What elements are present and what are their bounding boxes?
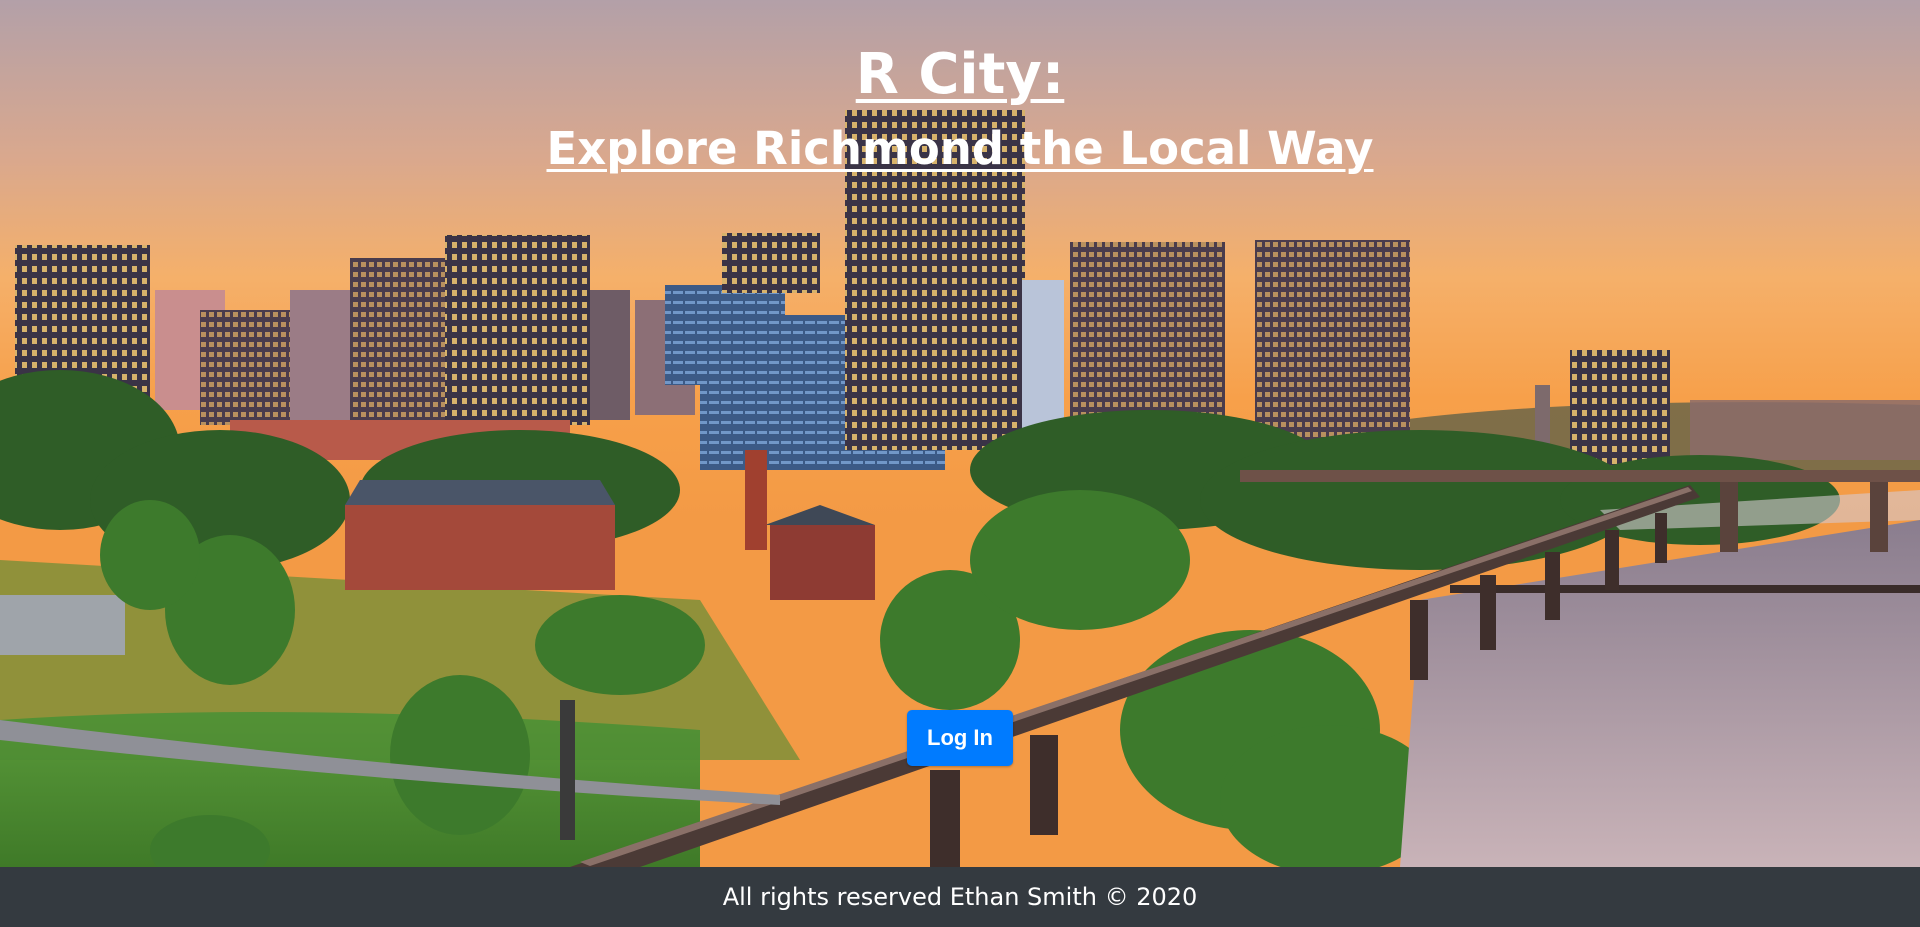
landing-page: R City: Explore Richmond the Local Way L… <box>0 0 1920 927</box>
site-tagline: Explore Richmond the Local Way <box>546 122 1374 175</box>
login-button[interactable]: Log In <box>907 710 1013 766</box>
footer: All rights reserved Ethan Smith © 2020 <box>0 867 1920 927</box>
site-title: R City: <box>855 42 1065 107</box>
copyright-text: All rights reserved Ethan Smith © 2020 <box>722 883 1198 911</box>
hero-heading-group: R City: Explore Richmond the Local Way <box>0 40 1920 184</box>
hero-background-image: R City: Explore Richmond the Local Way L… <box>0 0 1920 867</box>
